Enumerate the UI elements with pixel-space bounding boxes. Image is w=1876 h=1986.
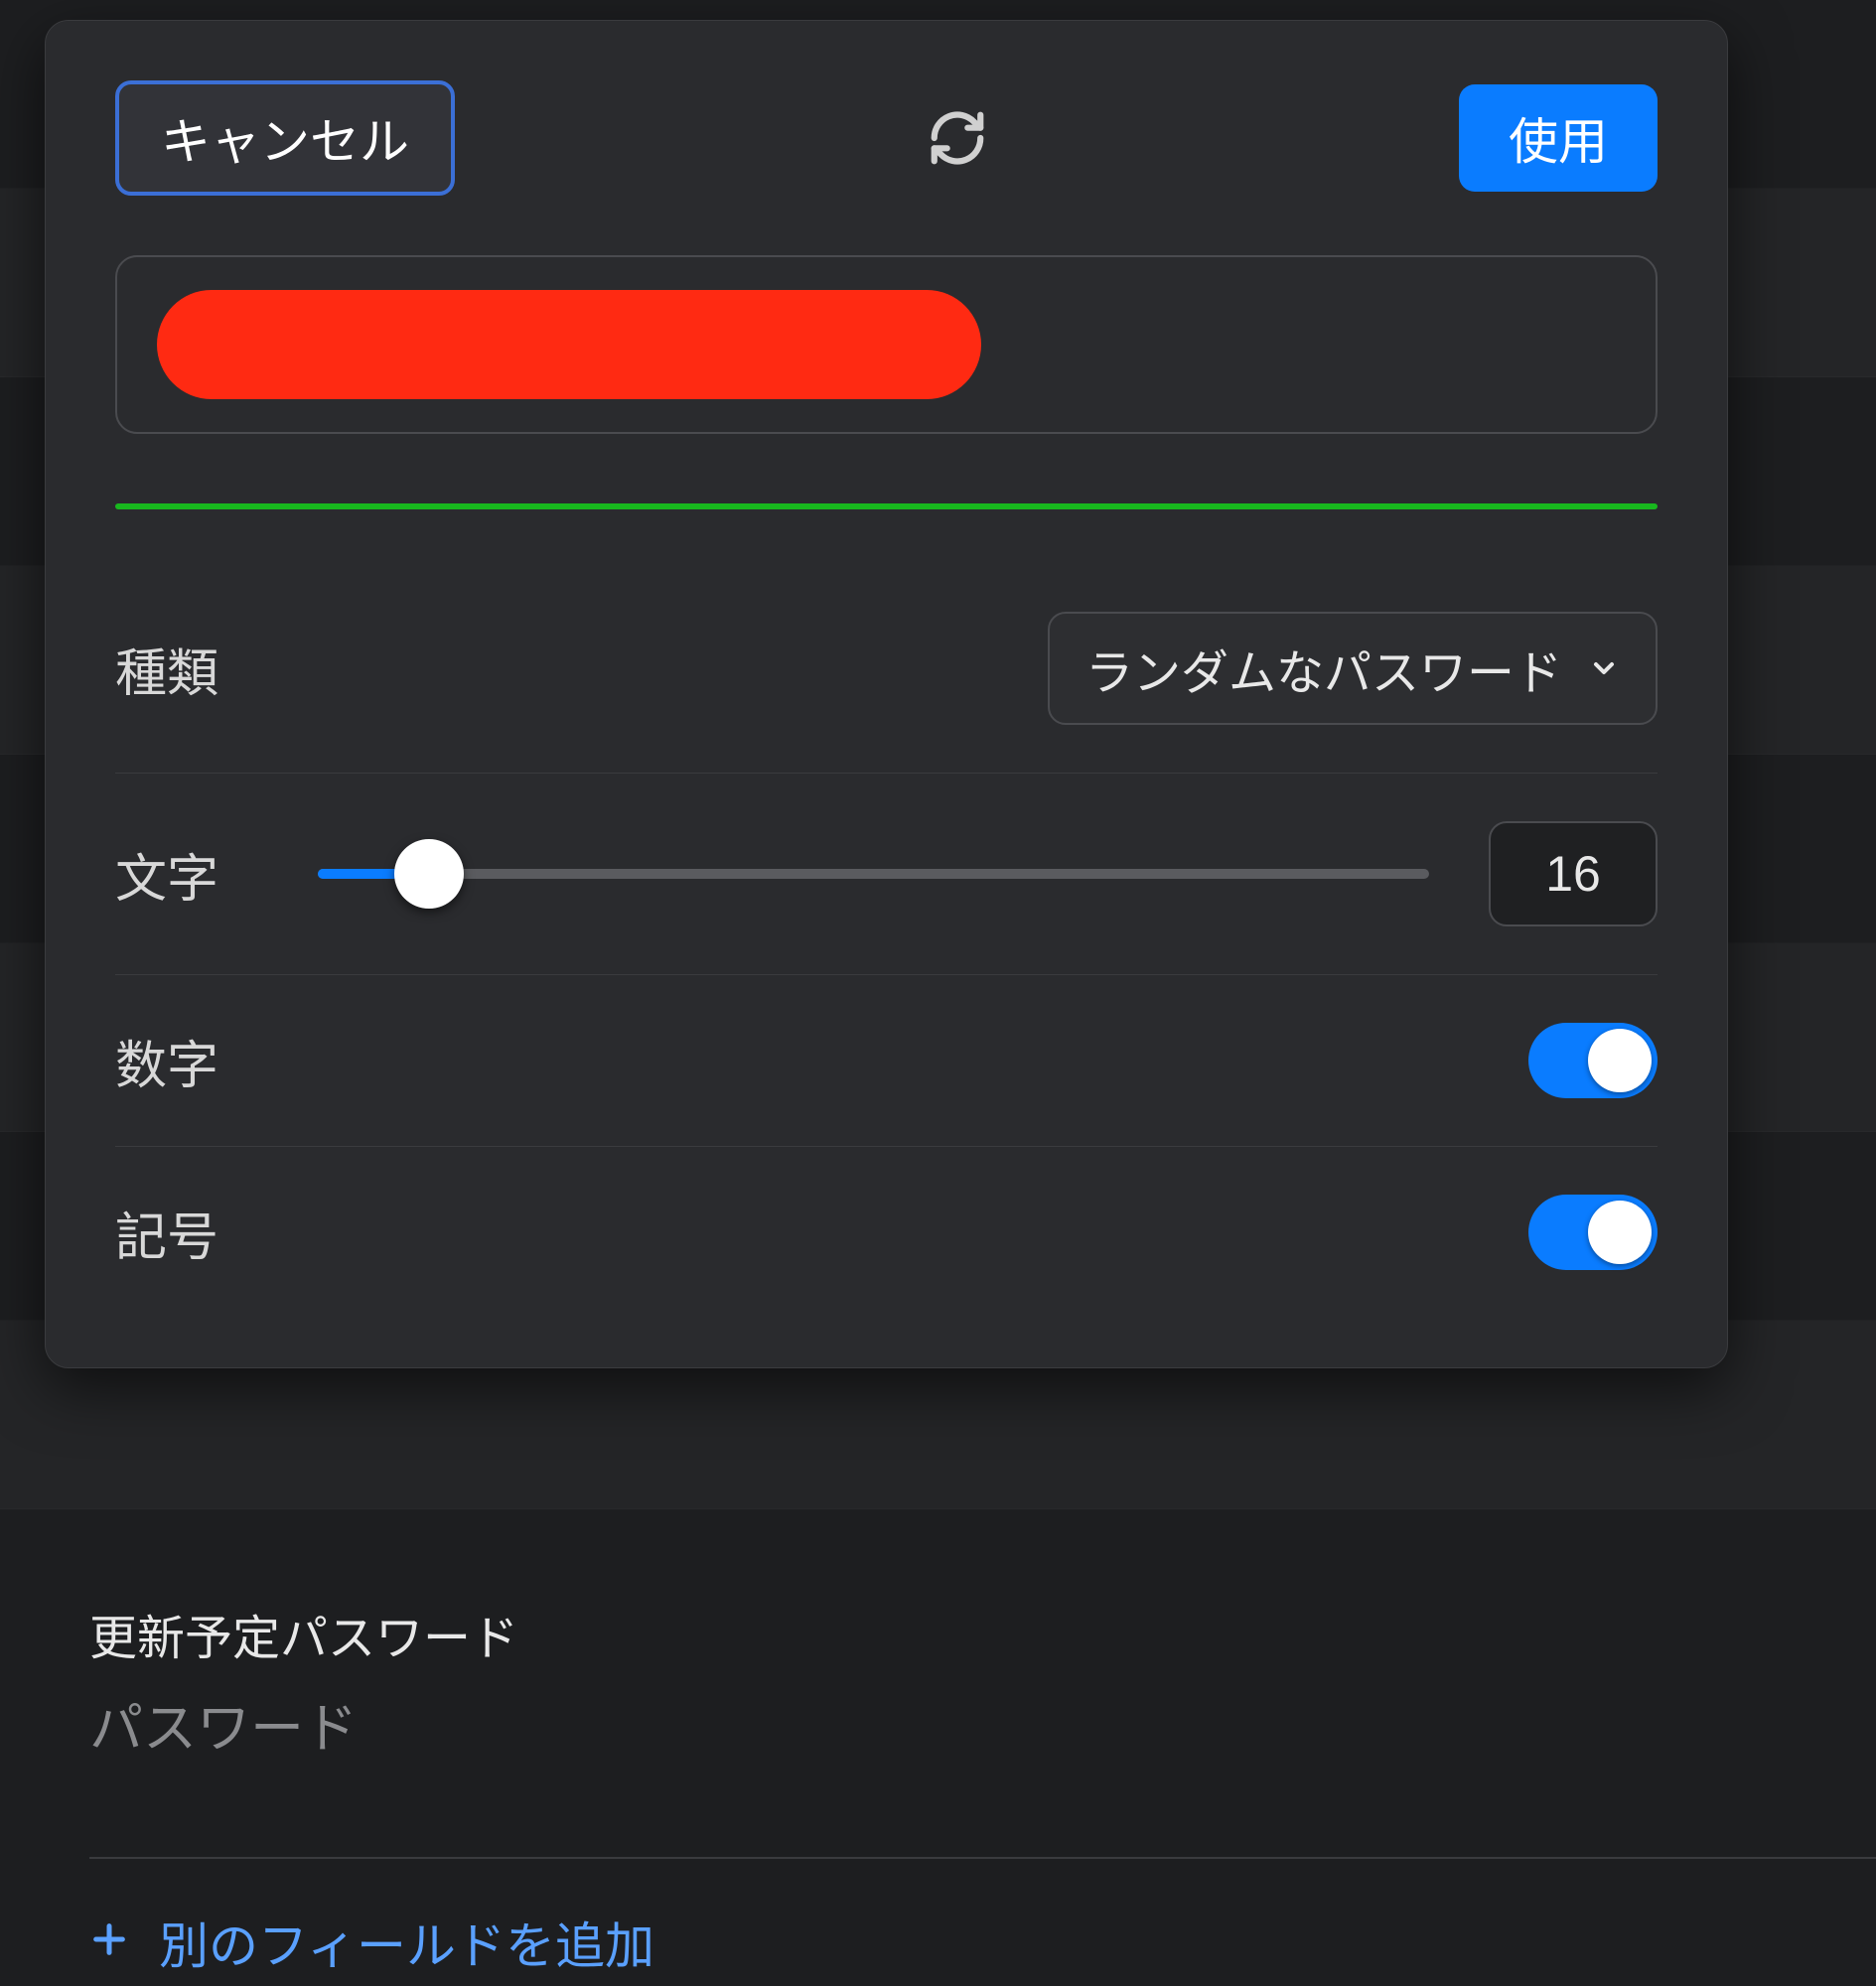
symbols-row: 記号: [115, 1147, 1658, 1318]
characters-slider[interactable]: [318, 844, 1429, 904]
type-dropdown[interactable]: ランダムなパスワード: [1048, 612, 1658, 725]
redacted-password: [157, 290, 981, 399]
toggle-knob: [1588, 1029, 1652, 1092]
use-button[interactable]: 使用: [1459, 84, 1658, 192]
toggle-knob: [1588, 1201, 1652, 1264]
characters-slider-group: 16: [318, 821, 1658, 926]
plus-icon: [89, 1914, 129, 1971]
add-field-label: 別のフィールドを追加: [159, 1907, 654, 1978]
type-selected-value: ランダムなパスワード: [1085, 634, 1562, 703]
password-field-placeholder[interactable]: パスワード: [89, 1684, 1876, 1763]
type-row: 種類 ランダムなパスワード: [115, 564, 1658, 774]
generated-password-field[interactable]: [115, 255, 1658, 434]
numbers-label: 数字: [115, 1024, 218, 1098]
popover-header: キャンセル 使用: [115, 80, 1658, 196]
characters-label: 文字: [115, 837, 218, 912]
characters-row: 文字 16: [115, 774, 1658, 975]
pending-password-label: 更新予定パスワード: [89, 1599, 1876, 1668]
password-generator-popover: キャンセル 使用 種類 ランダムなパスワード 文字: [45, 20, 1728, 1368]
add-field-section: 別のフィールドを追加: [89, 1867, 1876, 1978]
chevron-down-icon: [1588, 641, 1620, 696]
type-label: 種類: [115, 632, 218, 706]
numbers-toggle[interactable]: [1528, 1023, 1658, 1098]
symbols-label: 記号: [115, 1196, 218, 1270]
refresh-icon[interactable]: [927, 107, 988, 169]
add-field-button[interactable]: 別のフィールドを追加: [89, 1867, 1876, 1978]
cancel-button[interactable]: キャンセル: [115, 80, 455, 196]
strength-meter: [115, 503, 1658, 509]
slider-track: [318, 869, 1429, 879]
characters-value[interactable]: 16: [1489, 821, 1658, 926]
symbols-toggle[interactable]: [1528, 1195, 1658, 1270]
numbers-row: 数字: [115, 975, 1658, 1147]
underlying-form-section: 更新予定パスワード パスワード: [89, 1599, 1876, 1852]
slider-thumb[interactable]: [394, 839, 464, 909]
form-divider: [89, 1857, 1876, 1859]
